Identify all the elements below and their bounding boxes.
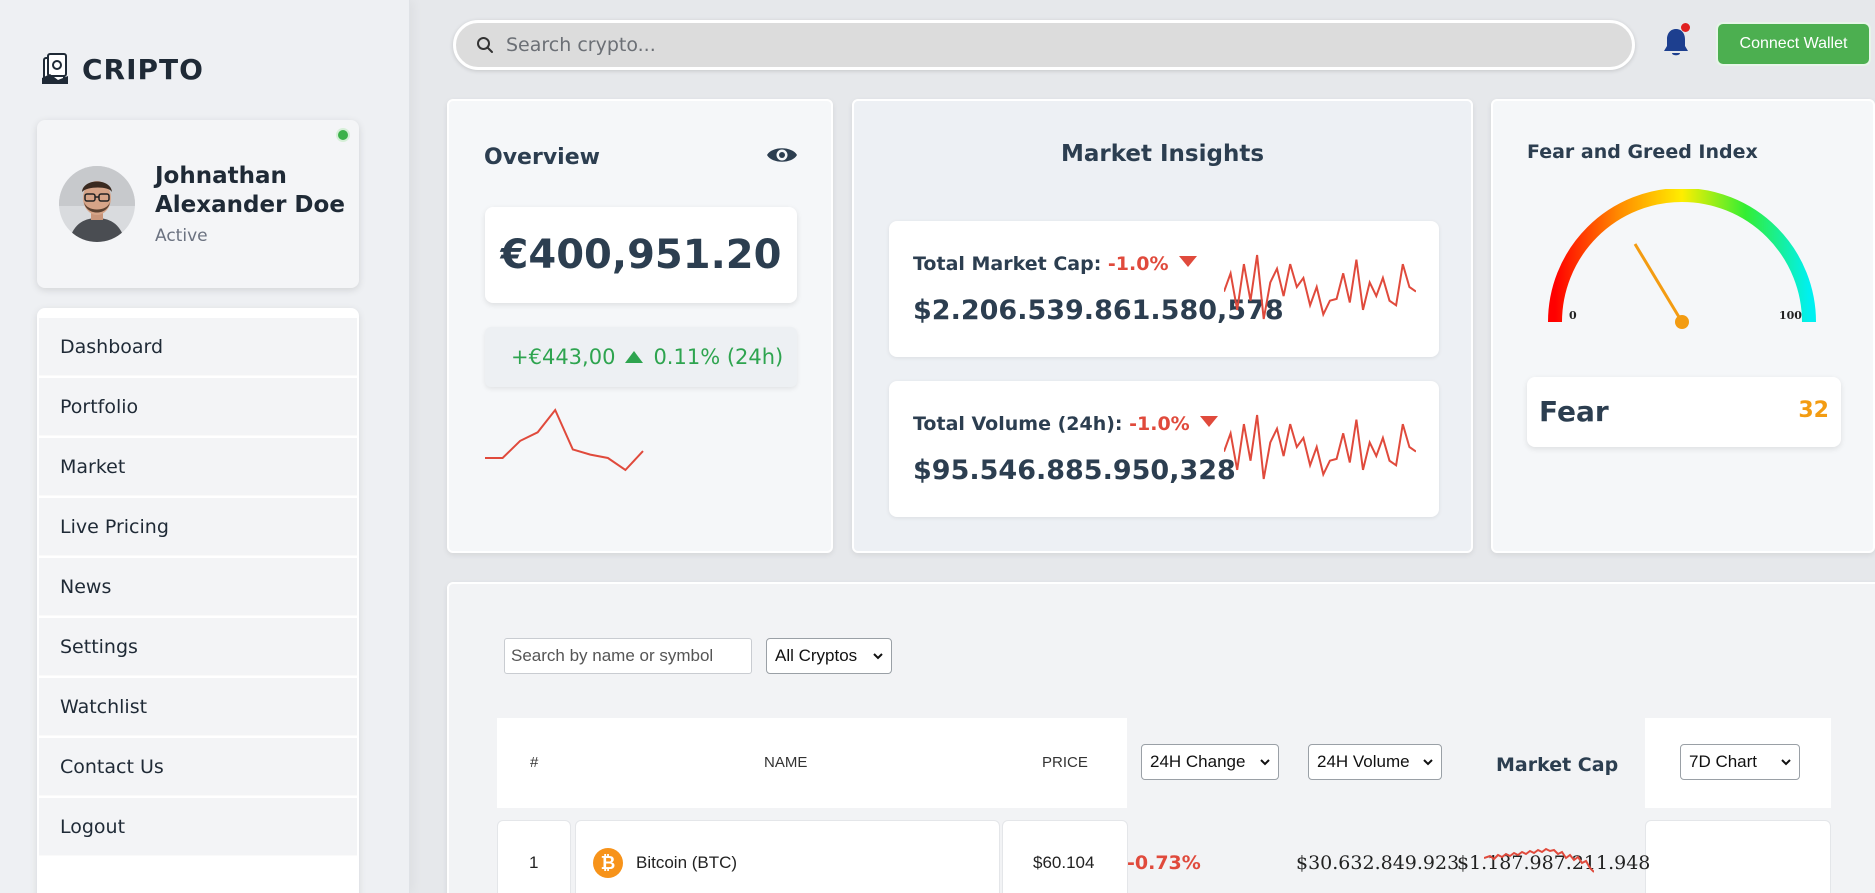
profile-status: Active (155, 226, 208, 246)
arrow-down-icon (1199, 416, 1218, 427)
sidebar-item-market[interactable]: Market (39, 438, 357, 496)
brand-name: CRIPTO (82, 52, 204, 86)
sparkline-path (1224, 254, 1416, 320)
volume-period-select[interactable]: 24H Volume (1308, 744, 1442, 780)
sidebar-item-settings[interactable]: Settings (39, 618, 357, 676)
gauge-min-label: 0 (1569, 309, 1577, 322)
crypto-search-input[interactable] (506, 34, 1406, 56)
header-rank: # (530, 754, 539, 771)
row-price: $60.104 (1033, 853, 1095, 872)
sparkline-path (485, 408, 644, 472)
gauge-needle-pivot (1675, 315, 1689, 329)
sidebar-item-contact-us[interactable]: Contact Us (39, 738, 357, 796)
volume-label-text: Total Volume (24h): (913, 413, 1123, 435)
money-stack-icon (42, 53, 68, 84)
avatar[interactable] (59, 166, 135, 242)
header-name: NAME (764, 754, 808, 771)
portfolio-change: +€443,00 0.11% (24h) (485, 327, 797, 387)
chevron-down-icon (1260, 759, 1270, 766)
row-7d-sparkline (1484, 847, 1594, 873)
overview-title: Overview (484, 145, 600, 170)
online-status-dot (336, 128, 350, 142)
row-volume: $30.632.849.923 (1296, 852, 1460, 874)
chart-period-select[interactable]: 7D Chart (1680, 744, 1800, 780)
volume-sparkline (1224, 414, 1416, 480)
crypto-filter-value: All Cryptos (775, 646, 858, 665)
row-chart-cell[interactable] (1645, 820, 1831, 893)
chevron-down-icon (873, 653, 883, 660)
crypto-table-card: All Cryptos # NAME PRICE 24H Change 24H … (447, 582, 1875, 893)
market-insights-card: Market Insights Total Market Cap: -1.0% … (852, 99, 1473, 553)
search-icon (477, 37, 493, 53)
bitcoin-icon: ₿ (593, 848, 623, 878)
total-market-cap-label: Total Market Cap: -1.0% (913, 253, 1197, 275)
row-rank: 1 (529, 853, 539, 872)
fear-greed-value: 32 (1798, 398, 1829, 423)
portfolio-balance: €400,951.20 (485, 207, 797, 303)
table-search-input[interactable] (504, 638, 752, 674)
volume-period-value: 24H Volume (1317, 752, 1410, 771)
sidebar-item-live-pricing[interactable]: Live Pricing (39, 498, 357, 556)
total-market-cap-box: Total Market Cap: -1.0% $2.206.539.861.5… (889, 221, 1439, 357)
market-cap-change: -1.0% (1107, 253, 1169, 275)
change-period-select[interactable]: 24H Change (1141, 744, 1279, 780)
fear-greed-readout: Fear 32 (1527, 377, 1841, 447)
sidebar-item-logout[interactable]: Logout (39, 798, 357, 856)
sidebar-item-portfolio[interactable]: Portfolio (39, 378, 357, 436)
crypto-filter-select[interactable]: All Cryptos (766, 638, 892, 674)
fear-greed-title: Fear and Greed Index (1527, 141, 1758, 163)
gauge-needle (1633, 243, 1684, 323)
arrow-down-icon (1178, 256, 1197, 267)
market-cap-label-text: Total Market Cap: (913, 253, 1102, 275)
crypto-search-bar[interactable] (453, 20, 1635, 70)
fear-greed-gauge: 0 100 (1548, 189, 1816, 329)
chart-period-value: 7D Chart (1689, 752, 1758, 771)
chevron-down-icon (1781, 759, 1791, 766)
market-cap-sparkline (1224, 254, 1416, 320)
portfolio-change-percent: 0.11% (24h) (653, 345, 784, 369)
sidebar-nav: Dashboard Portfolio Market Live Pricing … (37, 308, 359, 893)
sparkline-path (1224, 414, 1416, 480)
header-price: PRICE (1042, 754, 1088, 771)
fear-greed-label: Fear (1539, 395, 1609, 428)
market-insights-title: Market Insights (1060, 141, 1265, 167)
arrow-up-icon (625, 351, 644, 363)
row-name[interactable]: Bitcoin (BTC) (636, 853, 737, 873)
row-change: -0.73% (1127, 852, 1201, 874)
notification-dot (1681, 23, 1690, 32)
fear-greed-card: Fear and Greed Index 0 100 Fear 32 (1491, 99, 1875, 553)
change-period-value: 24H Change (1150, 752, 1246, 771)
overview-sparkline (485, 408, 644, 472)
header-market-cap: Market Cap (1496, 754, 1619, 776)
total-volume-label: Total Volume (24h): -1.0% (913, 413, 1218, 435)
gauge-max-label: 100 (1779, 309, 1802, 322)
sidebar: CRIPTO Johnathan Alexander Doe Active Da… (0, 0, 410, 893)
profile-card: Johnathan Alexander Doe Active (37, 120, 359, 288)
connect-wallet-button[interactable]: Connect Wallet (1716, 22, 1871, 66)
table-header-left (497, 718, 1127, 808)
avatar-image (59, 166, 135, 242)
volume-change: -1.0% (1129, 413, 1190, 435)
total-volume-value: $95.546.885.950,328 (913, 455, 1236, 486)
brand[interactable]: CRIPTO (40, 52, 204, 86)
chevron-down-icon (1423, 759, 1433, 766)
sidebar-item-watchlist[interactable]: Watchlist (39, 678, 357, 736)
eye-icon[interactable] (766, 143, 798, 167)
total-volume-box: Total Volume (24h): -1.0% $95.546.885.95… (889, 381, 1439, 517)
sidebar-item-dashboard[interactable]: Dashboard (39, 318, 357, 376)
profile-name: Johnathan Alexander Doe (155, 163, 345, 218)
sidebar-item-news[interactable]: News (39, 558, 357, 616)
portfolio-change-amount: +€443,00 (511, 345, 616, 369)
overview-card: Overview €400,951.20 +€443,00 0.11% (24h… (447, 99, 833, 553)
